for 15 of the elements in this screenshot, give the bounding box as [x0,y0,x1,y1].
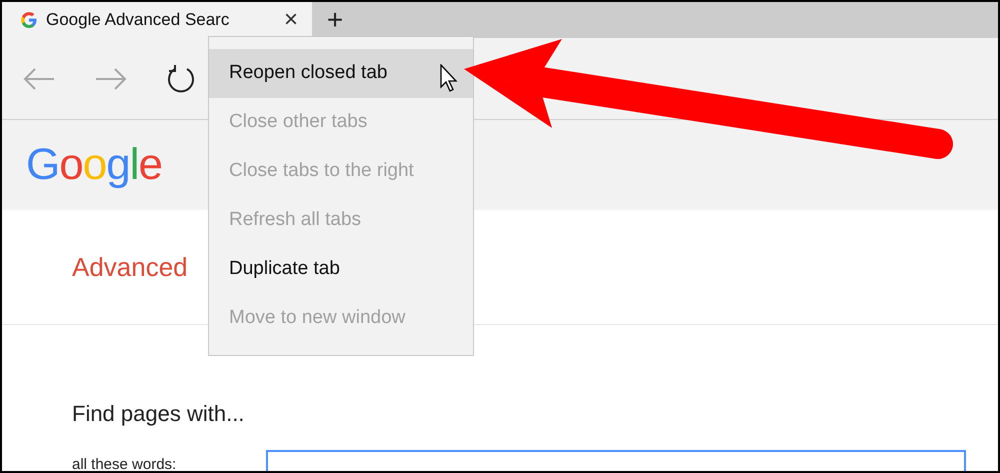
refresh-icon[interactable] [166,64,196,94]
back-icon[interactable] [22,66,56,90]
google-logo: Google [26,143,162,187]
section-heading: Find pages with... [72,400,246,428]
tab-title: Google Advanced Searc [46,9,230,32]
close-tab-button[interactable]: × [284,8,298,32]
menu-item[interactable]: Reopen closed tab [209,49,473,98]
menu-item[interactable]: Duplicate tab [209,245,473,294]
browser-tab[interactable]: Google Advanced Searc × [2,2,312,38]
forward-icon[interactable] [94,66,128,90]
g-logo-icon [20,11,38,29]
field-label: all these words: [72,455,176,471]
new-tab-button[interactable]: + [312,2,358,38]
page-heading: Advanced [72,250,188,284]
mouse-pointer-icon [440,64,458,92]
